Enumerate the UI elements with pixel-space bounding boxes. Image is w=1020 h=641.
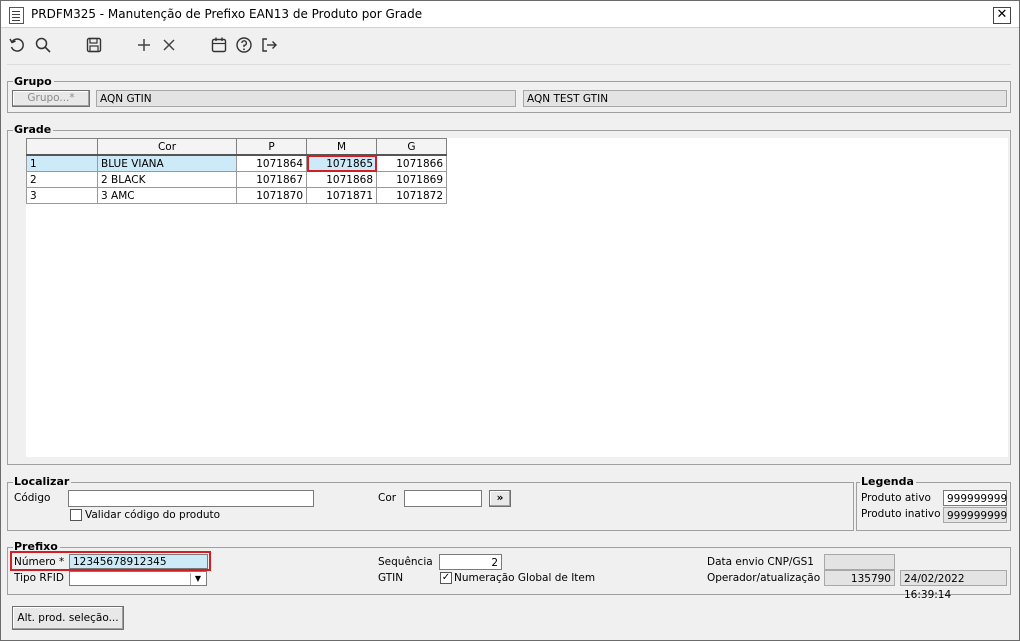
codigo-input[interactable] xyxy=(68,490,314,507)
data-envio-field xyxy=(824,554,895,570)
grade-title: Grade xyxy=(13,123,54,136)
size-p-cell[interactable]: 1071867 xyxy=(236,171,307,188)
add-icon[interactable] xyxy=(135,36,153,54)
size-p-cell[interactable]: 1071870 xyxy=(236,187,307,204)
size-m-cell[interactable]: 1071868 xyxy=(306,171,377,188)
row-index-header xyxy=(26,138,98,156)
size-g-cell[interactable]: 1071872 xyxy=(376,187,447,204)
codigo-label: Código xyxy=(14,492,51,504)
row-index-cell[interactable]: 2 xyxy=(26,171,98,188)
cor-cell[interactable]: 3 AMC xyxy=(97,187,237,204)
row-index-cell[interactable]: 3 xyxy=(26,187,98,204)
tipo-rfid-select[interactable]: ▼ xyxy=(69,571,207,586)
operador-label: Operador/atualização xyxy=(707,572,821,584)
size-p-cell[interactable]: 1071864 xyxy=(236,154,307,172)
operador-field: 135790 xyxy=(824,570,895,586)
toolbar xyxy=(1,28,1019,61)
exit-icon[interactable] xyxy=(260,36,278,54)
grupo-description-field[interactable]: AQN TEST GTIN xyxy=(523,90,1007,107)
column-header-cor[interactable]: Cor xyxy=(97,138,237,156)
find-next-button[interactable]: » xyxy=(489,490,511,507)
produto-inativo-label: Produto inativo xyxy=(861,508,941,520)
validar-checkbox[interactable] xyxy=(70,509,82,521)
size-m-cell[interactable]: 1071865 xyxy=(306,154,377,172)
title-bar: PRDFM325 - Manutenção de Prefixo EAN13 d… xyxy=(1,1,1019,28)
column-header-p[interactable]: P xyxy=(236,138,307,156)
grupo-title: Grupo xyxy=(13,75,54,88)
data-envio-label: Data envio CNP/GS1 xyxy=(707,556,814,568)
calendar-icon[interactable] xyxy=(210,36,228,54)
tipo-rfid-label: Tipo RFID xyxy=(14,572,64,584)
column-header-g[interactable]: G xyxy=(376,138,447,156)
cor-label: Cor xyxy=(378,492,397,504)
column-header-m[interactable]: M xyxy=(306,138,377,156)
table-row[interactable]: 1 BLUE VIANA 1071864 1071865 1071866 xyxy=(26,154,447,172)
size-g-cell[interactable]: 1071869 xyxy=(376,171,447,188)
row-index-cell[interactable]: 1 xyxy=(26,154,98,172)
grade-table: Cor P M G 1 BLUE VIANA 1071864 1071865 1… xyxy=(26,138,447,204)
legenda-title: Legenda xyxy=(860,475,916,488)
cor-input[interactable] xyxy=(404,490,482,507)
refresh-icon[interactable] xyxy=(8,36,26,54)
produto-inativo-sample: 999999999 xyxy=(943,507,1007,523)
main-window: PRDFM325 - Manutenção de Prefixo EAN13 d… xyxy=(0,0,1020,641)
produto-ativo-label: Produto ativo xyxy=(861,492,931,504)
atualizacao-field: 24/02/2022 16:39:14 xyxy=(900,570,1007,601)
delete-icon[interactable] xyxy=(160,36,178,54)
cor-cell[interactable]: 2 BLACK xyxy=(97,171,237,188)
close-button[interactable]: ✕ xyxy=(993,7,1011,24)
size-g-cell[interactable]: 1071866 xyxy=(376,154,447,172)
size-m-cell[interactable]: 1071871 xyxy=(306,187,377,204)
grupo-button[interactable]: Grupo...* xyxy=(12,90,90,107)
help-icon[interactable] xyxy=(235,36,253,54)
alt-prod-selecao-button[interactable]: Alt. prod. seleção... xyxy=(12,606,124,630)
gtin-checkbox[interactable]: ✓ xyxy=(440,572,452,584)
toolbar-divider xyxy=(7,64,1011,65)
window-title: PRDFM325 - Manutenção de Prefixo EAN13 d… xyxy=(31,7,423,21)
save-icon[interactable] xyxy=(85,36,103,54)
cor-cell[interactable]: BLUE VIANA xyxy=(97,154,237,172)
grade-grid: Cor P M G 1 BLUE VIANA 1071864 1071865 1… xyxy=(26,138,1008,457)
grupo-code-field[interactable]: AQN GTIN xyxy=(96,90,516,107)
sequencia-label: Sequência xyxy=(378,556,433,568)
table-row[interactable]: 2 2 BLACK 1071867 1071868 1071869 xyxy=(26,171,447,188)
localizar-title: Localizar xyxy=(13,475,72,488)
search-icon[interactable] xyxy=(34,36,52,54)
app-document-icon xyxy=(9,7,24,24)
gtin-checkbox-label[interactable]: Numeração Global de Item xyxy=(454,571,595,585)
produto-ativo-sample: 999999999 xyxy=(943,490,1007,506)
sequencia-input[interactable]: 2 xyxy=(439,554,502,570)
validar-label[interactable]: Validar código do produto xyxy=(85,508,220,522)
table-row[interactable]: 3 3 AMC 1071870 1071871 1071872 xyxy=(26,187,447,204)
gtin-label: GTIN xyxy=(378,572,404,584)
numero-input[interactable]: 12345678912345 xyxy=(69,554,208,569)
numero-label: Número * xyxy=(14,556,65,568)
chevron-down-icon[interactable]: ▼ xyxy=(190,573,205,585)
